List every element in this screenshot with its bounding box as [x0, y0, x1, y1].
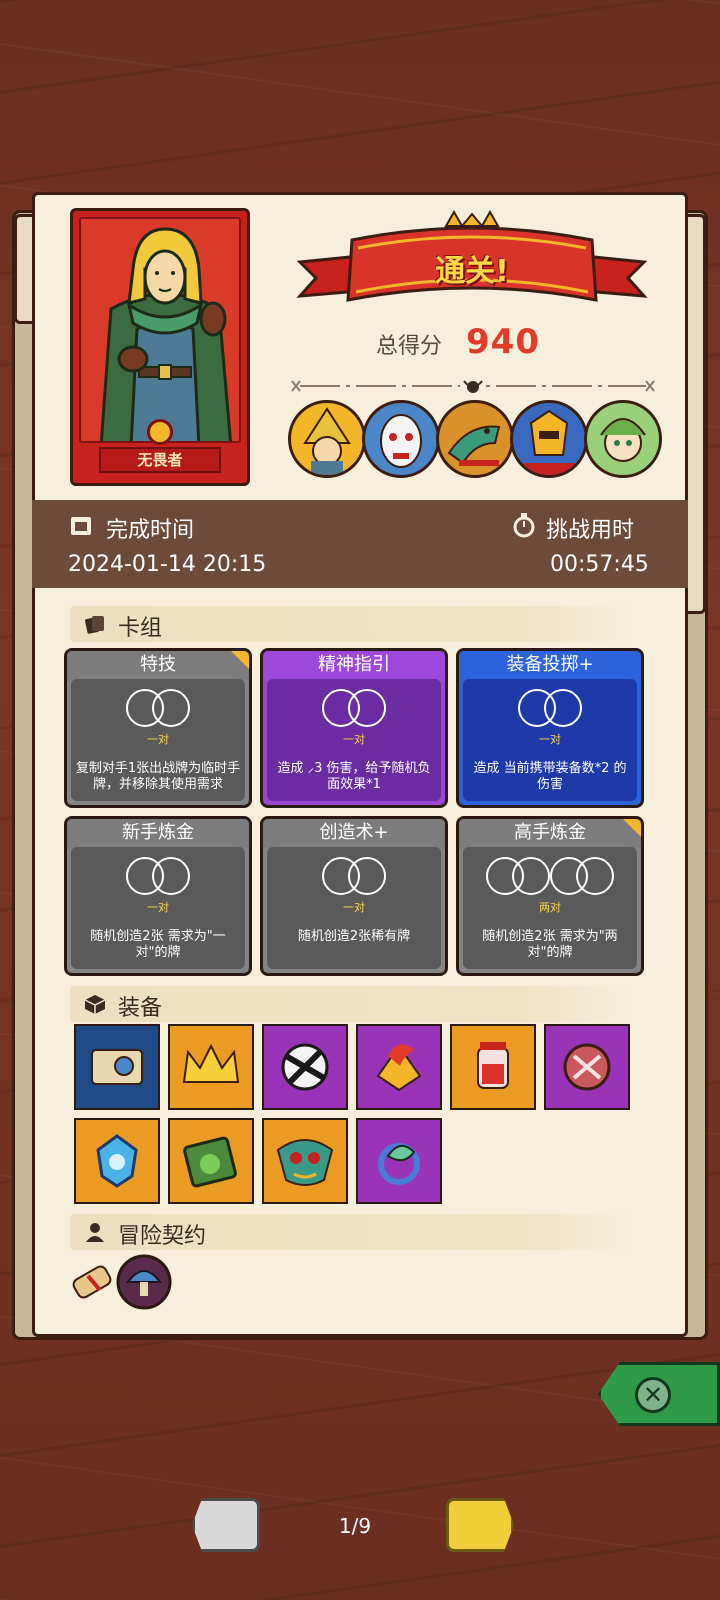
card-description: 造成 ⸝3 伤害，给予随机负面效果*1 [277, 761, 431, 792]
deck-section-header: 卡组 [70, 606, 632, 642]
card-description: 随机创造2张 需求为"两对"的牌 [482, 929, 618, 960]
boss-wizard-icon [288, 400, 366, 478]
pair-rings-icon [267, 689, 441, 729]
equip-broken-skull-icon[interactable] [262, 1024, 348, 1110]
card-requirement: 一对 [147, 733, 169, 746]
prev-page-button[interactable] [192, 1498, 260, 1552]
character-art [79, 217, 241, 443]
equip-green-book-icon[interactable] [168, 1118, 254, 1204]
card-description: 造成 当前携带装备数*2 的伤害 [473, 761, 627, 792]
boss-divider [290, 378, 656, 393]
equip-leaf-ring-icon[interactable] [356, 1118, 442, 1204]
card-requirement: 两对 [539, 901, 561, 914]
medal-icon [147, 419, 173, 445]
scroll-contract-icon[interactable] [66, 1256, 118, 1308]
card-description: 复制对手1张出战牌为临时手牌，并移除其使用需求 [75, 761, 241, 792]
card-creation[interactable]: 创造术+ 一对 随机创造2张稀有牌 [260, 816, 448, 976]
equip-crown-icon[interactable] [168, 1024, 254, 1110]
card-body: 一对 造成 当前携带装备数*2 的伤害 [463, 679, 637, 801]
box-icon [84, 995, 106, 1014]
equipment-section-header: 装备 [70, 986, 632, 1022]
mushroom-badge-icon[interactable] [116, 1254, 172, 1310]
card-title: 创造术+ [263, 819, 445, 849]
card-title: 特技 [67, 651, 249, 681]
challenge-time-label: 挑战用时 [546, 518, 635, 543]
equip-shield-emblem-icon[interactable] [544, 1024, 630, 1110]
card-requirement: 一对 [147, 901, 169, 914]
person-icon [86, 1223, 104, 1242]
deck-title: 卡组 [118, 616, 163, 641]
calendar-icon [71, 517, 91, 535]
character-name: 无畏者 [99, 447, 221, 473]
card-requirement: 一对 [343, 901, 365, 914]
card-requirement: 一对 [539, 733, 561, 746]
card-spirit-guide[interactable]: 精神指引 一对 造成 ⸝3 伤害，给予随机负面效果*1 [260, 648, 448, 808]
card-title: 高手炼金 [459, 819, 641, 849]
next-page-button[interactable] [446, 1498, 514, 1552]
boss-serpent-icon [436, 400, 514, 478]
character-portrait: 无畏者 [70, 208, 250, 486]
card-equipment-throw[interactable]: 装备投掷+ 一对 造成 当前携带装备数*2 的伤害 [456, 648, 644, 808]
defeated-bosses [288, 400, 664, 488]
card-body: 一对 随机创造2张 需求为"一对"的牌 [71, 847, 245, 969]
equip-scroll-icon[interactable] [74, 1024, 160, 1110]
boss-knight-icon [510, 400, 588, 478]
finish-time-value: 2024-01-14 20:15 [68, 552, 267, 577]
card-body: 一对 复制对手1张出战牌为临时手牌，并移除其使用需求 [71, 679, 245, 801]
card-title: 装备投掷+ [459, 651, 641, 681]
card-body: 一对 随机创造2张稀有牌 [267, 847, 441, 969]
equip-blue-crystal-icon[interactable] [74, 1118, 160, 1204]
pair-rings-icon [267, 857, 441, 897]
close-icon: ✕ [635, 1377, 671, 1413]
card-description: 随机创造2张 需求为"一对"的牌 [90, 929, 226, 960]
page-indicator: 1/9 [338, 1514, 372, 1538]
cards-icon [85, 616, 104, 634]
boss-elf-icon [584, 400, 662, 478]
finish-time-label: 完成时间 [106, 518, 195, 543]
equip-potion-jar-icon[interactable] [450, 1024, 536, 1110]
card-body: 一对 造成 ⸝3 伤害，给予随机负面效果*1 [267, 679, 441, 801]
card-body: 两对 随机创造2张 需求为"两对"的牌 [463, 847, 637, 969]
victory-text: 通关! [435, 254, 509, 289]
card-title: 新手炼金 [67, 819, 249, 849]
equipment-title: 装备 [118, 996, 163, 1021]
card-requirement: 一对 [343, 733, 365, 746]
challenge-time-value: 00:57:45 [550, 552, 649, 577]
card-description: 随机创造2张稀有牌 [297, 929, 411, 944]
victory-banner: 通关! [296, 209, 648, 330]
pair-rings-icon [463, 689, 637, 729]
boss-mask-icon [362, 400, 440, 478]
card-expert-alchemy[interactable]: 高手炼金 两对 随机创造2张 需求为"两对"的牌 [456, 816, 644, 976]
score-value: 940 [466, 322, 540, 362]
equip-fire-gem-icon[interactable] [356, 1024, 442, 1110]
equip-ornate-mask-icon[interactable] [262, 1118, 348, 1204]
two-pair-rings-icon [463, 857, 637, 897]
contract-section-header: 冒险契约 [70, 1214, 632, 1250]
card-novice-alchemy[interactable]: 新手炼金 一对 随机创造2张 需求为"一对"的牌 [64, 816, 252, 976]
pair-rings-icon [71, 689, 245, 729]
contract-title: 冒险契约 [118, 1224, 207, 1249]
card-stunt[interactable]: 特技 一对 复制对手1张出战牌为临时手牌，并移除其使用需求 [64, 648, 252, 808]
stopwatch-icon [513, 513, 535, 538]
pair-rings-icon [71, 857, 245, 897]
time-band: 完成时间 2024-01-14 20:15 挑战用时 00:57:45 [32, 500, 688, 588]
card-title: 精神指引 [263, 651, 445, 681]
close-button[interactable]: ✕ [598, 1362, 720, 1426]
score-label: 总得分 [376, 334, 443, 359]
